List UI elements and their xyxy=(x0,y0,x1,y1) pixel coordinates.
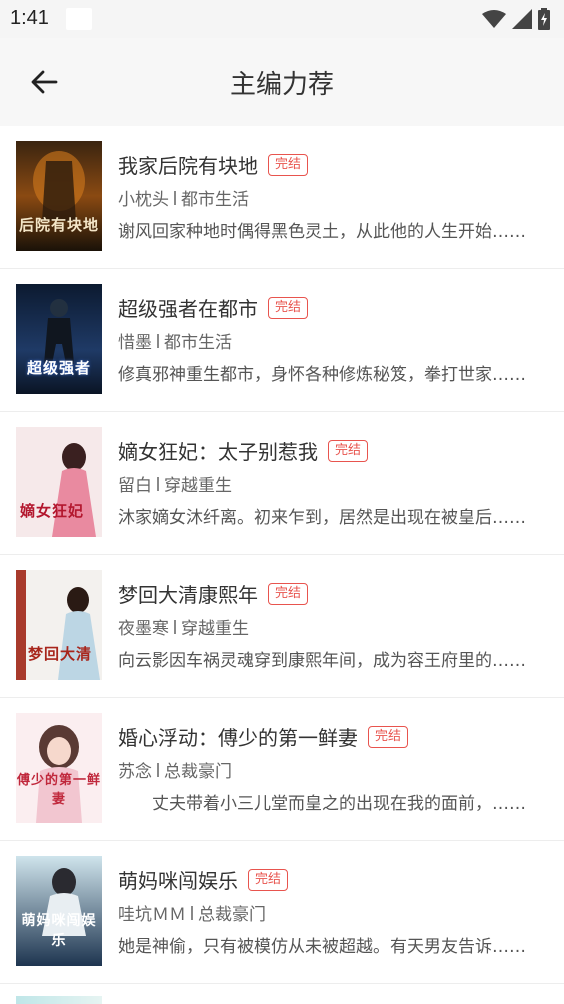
status-time: 1:41 xyxy=(10,7,49,29)
cover-text: 后院有块地 xyxy=(18,216,99,234)
status-badge: 完结 xyxy=(328,439,369,462)
book-category: 都市生活 xyxy=(164,333,232,353)
cover-text: 傅少的第一鲜妻 xyxy=(16,773,101,807)
cover-text: 嫡女狂妃 xyxy=(20,502,85,520)
status-bar: 1:41 xyxy=(0,0,564,38)
status-badge: 完结 xyxy=(268,153,309,176)
book-meta: 小枕头 都市生活 xyxy=(118,185,249,210)
book-title: 婚心浮动：傅少的第一鲜妻 xyxy=(118,726,358,750)
book-author: 惜墨 xyxy=(118,333,152,353)
book-cover: 梦回大清 xyxy=(16,570,102,680)
book-meta: 夜墨寒 穿越重生 xyxy=(118,614,249,639)
book-description: 谢风回家种地时偶得黑色灵土，从此他的人生开始…… xyxy=(118,222,526,242)
book-meta: 留白 穿越重生 xyxy=(118,471,232,496)
book-author: 留白 xyxy=(118,476,152,496)
book-meta: 苏念 总裁豪门 xyxy=(118,757,232,782)
page-title: 主编力荐 xyxy=(229,70,334,100)
book-item[interactable]: 梦回大清 梦回大清康熙年 完结 夜墨寒 穿越重生 向云影因车祸灵魂穿到康熙年间，成… xyxy=(0,555,564,698)
book-description: 修真邪神重生都市，身怀各种修炼秘笈，拳打世家…… xyxy=(118,365,526,385)
book-item[interactable]: 后院有块地 我家后院有块地 完结 小枕头 都市生活 谢风回家种地时偶得黑色灵土，从… xyxy=(0,126,564,269)
book-cover: 超级强者 xyxy=(16,284,102,394)
book-cover: 后院有块地 xyxy=(16,141,102,251)
book-category: 穿越重生 xyxy=(181,619,249,639)
book-title: 梦回大清康熙年 xyxy=(118,583,258,607)
book-item[interactable]: 萌妈咪闯娱乐 萌妈咪闯娱乐 完结 哇坑ＭＭ 总裁豪门 她是神偷，只有被模仿从未被超… xyxy=(0,841,564,984)
book-title: 嫡女狂妃：太子别惹我 xyxy=(118,440,318,464)
book-cover: 萌妈咪闯娱乐 xyxy=(16,856,102,966)
book-title: 萌妈咪闯娱乐 xyxy=(118,869,238,893)
book-cover: 嫡女狂妃 xyxy=(16,427,102,537)
book-author: 哇坑ＭＭ xyxy=(118,905,186,925)
book-meta: 哇坑ＭＭ 总裁豪门 xyxy=(118,900,266,925)
book-title: 我家后院有块地 xyxy=(118,154,258,178)
book-category: 总裁豪门 xyxy=(198,905,266,925)
book-description: 向云影因车祸灵魂穿到康熙年间，成为容王府里的…… xyxy=(118,651,526,671)
book-author: 夜墨寒 xyxy=(118,619,169,639)
status-badge: 完结 xyxy=(368,725,409,748)
partial-book-cover[interactable] xyxy=(16,996,102,1004)
book-item[interactable]: 嫡女狂妃 嫡女狂妃：太子别惹我 完结 留白 穿越重生 沐家嫡女沐纤离。初来乍到，居… xyxy=(0,412,564,555)
notification-icon xyxy=(66,8,92,30)
book-item[interactable]: 傅少的第一鲜妻 婚心浮动：傅少的第一鲜妻 完结 苏念 总裁豪门 丈夫带着小三儿堂而… xyxy=(0,698,564,841)
book-title: 超级强者在都市 xyxy=(118,297,258,321)
book-item[interactable]: 超级强者 超级强者在都市 完结 惜墨 都市生活 修真邪神重生都市，身怀各种修炼秘笈… xyxy=(0,269,564,412)
wifi-icon xyxy=(482,10,506,28)
book-description: 丈夫带着小三儿堂而皇之的出现在我的面前，…… xyxy=(118,794,526,814)
book-meta: 惜墨 都市生活 xyxy=(118,328,232,353)
book-description: 她是神偷，只有被模仿从未被超越。有天男友告诉…… xyxy=(118,937,526,957)
book-cover: 傅少的第一鲜妻 xyxy=(16,713,102,823)
book-category: 总裁豪门 xyxy=(164,762,232,782)
status-badge: 完结 xyxy=(268,296,309,319)
signal-icon xyxy=(512,9,532,29)
battery-icon xyxy=(538,8,550,30)
book-author: 小枕头 xyxy=(118,190,169,210)
app-bar: 主编力荐 xyxy=(0,38,564,126)
book-description: 沐家嫡女沐纤离。初来乍到，居然是出现在被皇后…… xyxy=(118,508,526,528)
status-badge: 完结 xyxy=(268,582,309,605)
book-author: 苏念 xyxy=(118,762,152,782)
status-icons xyxy=(482,8,550,30)
book-category: 穿越重生 xyxy=(164,476,232,496)
cover-text: 梦回大清 xyxy=(28,645,93,663)
book-list: 后院有块地 我家后院有块地 完结 小枕头 都市生活 谢风回家种地时偶得黑色灵土，从… xyxy=(0,126,564,984)
cover-text: 超级强者 xyxy=(26,359,91,377)
status-badge: 完结 xyxy=(248,868,289,891)
book-category: 都市生活 xyxy=(181,190,249,210)
cover-text: 萌妈咪闯娱乐 xyxy=(21,913,97,949)
